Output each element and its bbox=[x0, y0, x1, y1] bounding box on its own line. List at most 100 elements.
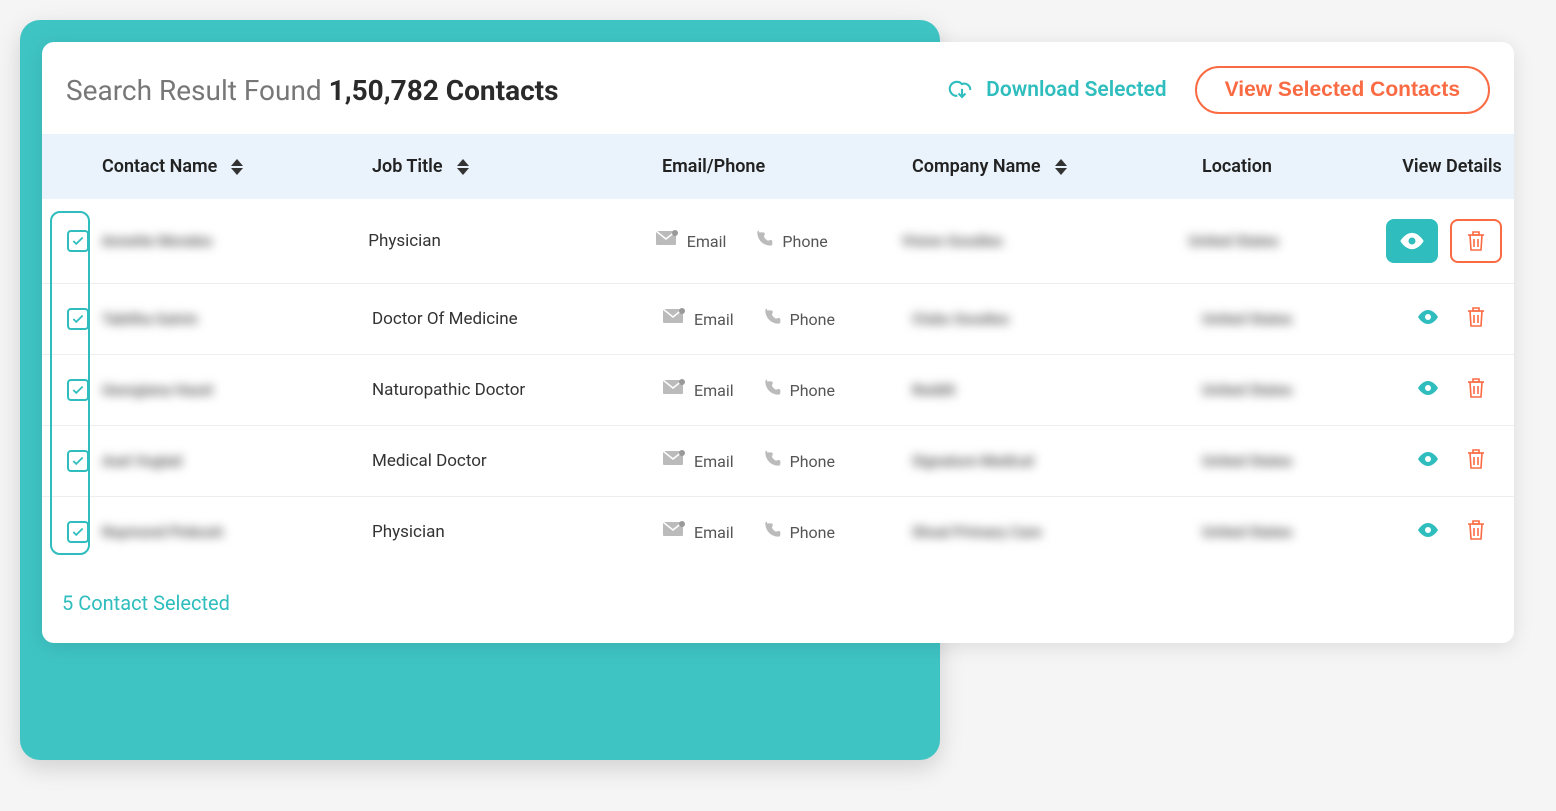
email-label: Email bbox=[687, 232, 727, 251]
column-email-phone: Email/Phone bbox=[662, 156, 912, 177]
cell-job-title: Doctor Of Medicine bbox=[372, 309, 662, 329]
delete-button[interactable] bbox=[1464, 304, 1488, 334]
phone-label: Phone bbox=[782, 232, 827, 251]
phone-link[interactable]: Phone bbox=[762, 307, 835, 331]
column-job-title[interactable]: Job Title bbox=[372, 156, 662, 177]
table-row: Axel VogladMedical Doctor Email Phone Signa… bbox=[42, 426, 1514, 497]
delete-button[interactable] bbox=[1464, 375, 1488, 405]
phone-icon bbox=[762, 307, 782, 331]
column-job-title-label: Job Title bbox=[372, 156, 443, 177]
column-company-name[interactable]: Company Name bbox=[912, 156, 1202, 177]
email-label: Email bbox=[694, 452, 734, 471]
checkbox-cell bbox=[54, 450, 102, 472]
column-location-label: Location bbox=[1202, 156, 1272, 177]
row-actions bbox=[1402, 304, 1502, 334]
view-details-button[interactable] bbox=[1386, 219, 1438, 263]
mail-icon bbox=[655, 229, 679, 253]
cell-company: Clubs Goodies bbox=[912, 310, 1202, 328]
delete-button[interactable] bbox=[1464, 517, 1488, 547]
row-checkbox[interactable] bbox=[67, 450, 89, 472]
contact-name-text: Georgiana Hazel bbox=[102, 381, 213, 399]
header-actions: Download Selected View Selected Contacts bbox=[948, 66, 1490, 114]
phone-link[interactable]: Phone bbox=[762, 449, 835, 473]
phone-link[interactable]: Phone bbox=[762, 520, 835, 544]
phone-label: Phone bbox=[790, 381, 835, 400]
results-title: Search Result Found 1,50,782 Contacts bbox=[66, 74, 559, 107]
checkbox-cell bbox=[54, 379, 102, 401]
cell-location: United States bbox=[1202, 381, 1402, 399]
row-actions bbox=[1386, 219, 1502, 263]
row-checkbox[interactable] bbox=[67, 379, 89, 401]
email-label: Email bbox=[694, 310, 734, 329]
row-checkbox[interactable] bbox=[67, 521, 89, 543]
column-view-details-label: View Details bbox=[1402, 156, 1502, 177]
view-details-button[interactable] bbox=[1416, 518, 1440, 546]
view-details-button[interactable] bbox=[1416, 305, 1440, 333]
email-link[interactable]: Email bbox=[662, 520, 734, 544]
cell-location: United States bbox=[1202, 523, 1402, 541]
view-details-button[interactable] bbox=[1416, 376, 1440, 404]
download-selected-button[interactable]: Download Selected bbox=[948, 76, 1166, 104]
email-link[interactable]: Email bbox=[662, 307, 734, 331]
phone-label: Phone bbox=[790, 310, 835, 329]
delete-button[interactable] bbox=[1450, 219, 1502, 263]
row-checkbox[interactable] bbox=[67, 308, 89, 330]
cell-email-phone: Email Phone bbox=[662, 307, 912, 331]
column-contact-name-label: Contact Name bbox=[102, 156, 217, 177]
job-title-text: Doctor Of Medicine bbox=[372, 309, 518, 329]
checkbox-cell bbox=[54, 230, 101, 252]
delete-button[interactable] bbox=[1464, 446, 1488, 476]
sort-icon bbox=[457, 159, 469, 175]
column-email-phone-label: Email/Phone bbox=[662, 156, 765, 177]
view-selected-label: View Selected Contacts bbox=[1225, 78, 1460, 101]
email-link[interactable]: Email bbox=[662, 449, 734, 473]
cell-company: Vision Goodies bbox=[902, 232, 1189, 250]
phone-icon bbox=[762, 378, 782, 402]
cell-job-title: Medical Doctor bbox=[372, 451, 662, 471]
column-contact-name[interactable]: Contact Name bbox=[102, 156, 372, 177]
mail-icon bbox=[662, 307, 686, 331]
row-actions bbox=[1402, 446, 1502, 476]
cell-company: Shoal Primary Care bbox=[912, 523, 1202, 541]
sort-icon bbox=[1055, 159, 1067, 175]
table-header-row: Contact Name Job Title Email/Phone Compa… bbox=[42, 134, 1514, 199]
cell-email-phone: Email Phone bbox=[662, 449, 912, 473]
company-text: Shoal Primary Care bbox=[912, 523, 1042, 541]
cell-job-title: Physician bbox=[372, 522, 662, 542]
cell-contact-name: Raymond Pinkosh bbox=[102, 523, 372, 541]
contact-name-text: Annette Morales bbox=[101, 232, 212, 250]
mail-icon bbox=[662, 378, 686, 402]
location-text: United States bbox=[1202, 310, 1292, 328]
phone-icon bbox=[762, 449, 782, 473]
phone-label: Phone bbox=[790, 523, 835, 542]
mail-icon bbox=[662, 520, 686, 544]
job-title-text: Physician bbox=[372, 522, 445, 542]
contact-name-text: Tabitha Galvin bbox=[102, 310, 198, 328]
phone-link[interactable]: Phone bbox=[762, 378, 835, 402]
cell-location: United States bbox=[1202, 310, 1402, 328]
title-prefix: Search Result Found bbox=[66, 74, 329, 107]
phone-link[interactable]: Phone bbox=[754, 229, 827, 253]
email-label: Email bbox=[694, 523, 734, 542]
view-selected-contacts-button[interactable]: View Selected Contacts bbox=[1195, 66, 1490, 114]
results-count: 1,50,782 Contacts bbox=[329, 74, 559, 107]
column-location: Location bbox=[1202, 156, 1402, 177]
email-link[interactable]: Email bbox=[662, 378, 734, 402]
email-label: Email bbox=[694, 381, 734, 400]
company-text: Signature Medical bbox=[912, 452, 1034, 470]
cell-contact-name: Annette Morales bbox=[101, 232, 368, 250]
cell-contact-name: Axel Voglad bbox=[102, 452, 372, 470]
job-title-text: Physician bbox=[368, 231, 441, 251]
checkbox-cell bbox=[54, 308, 102, 330]
view-details-button[interactable] bbox=[1416, 447, 1440, 475]
email-link[interactable]: Email bbox=[655, 229, 727, 253]
cell-contact-name: Georgiana Hazel bbox=[102, 381, 372, 399]
row-actions bbox=[1402, 517, 1502, 547]
cell-job-title: Physician bbox=[368, 231, 655, 251]
company-text: Reddit bbox=[912, 381, 955, 399]
footer: 5 Contact Selected bbox=[42, 567, 1514, 643]
row-actions bbox=[1402, 375, 1502, 405]
row-checkbox[interactable] bbox=[67, 230, 89, 252]
table-row: Tabitha Galvin Doctor Of Medicine Email Pho… bbox=[42, 284, 1514, 355]
company-text: Clubs Goodies bbox=[912, 310, 1009, 328]
